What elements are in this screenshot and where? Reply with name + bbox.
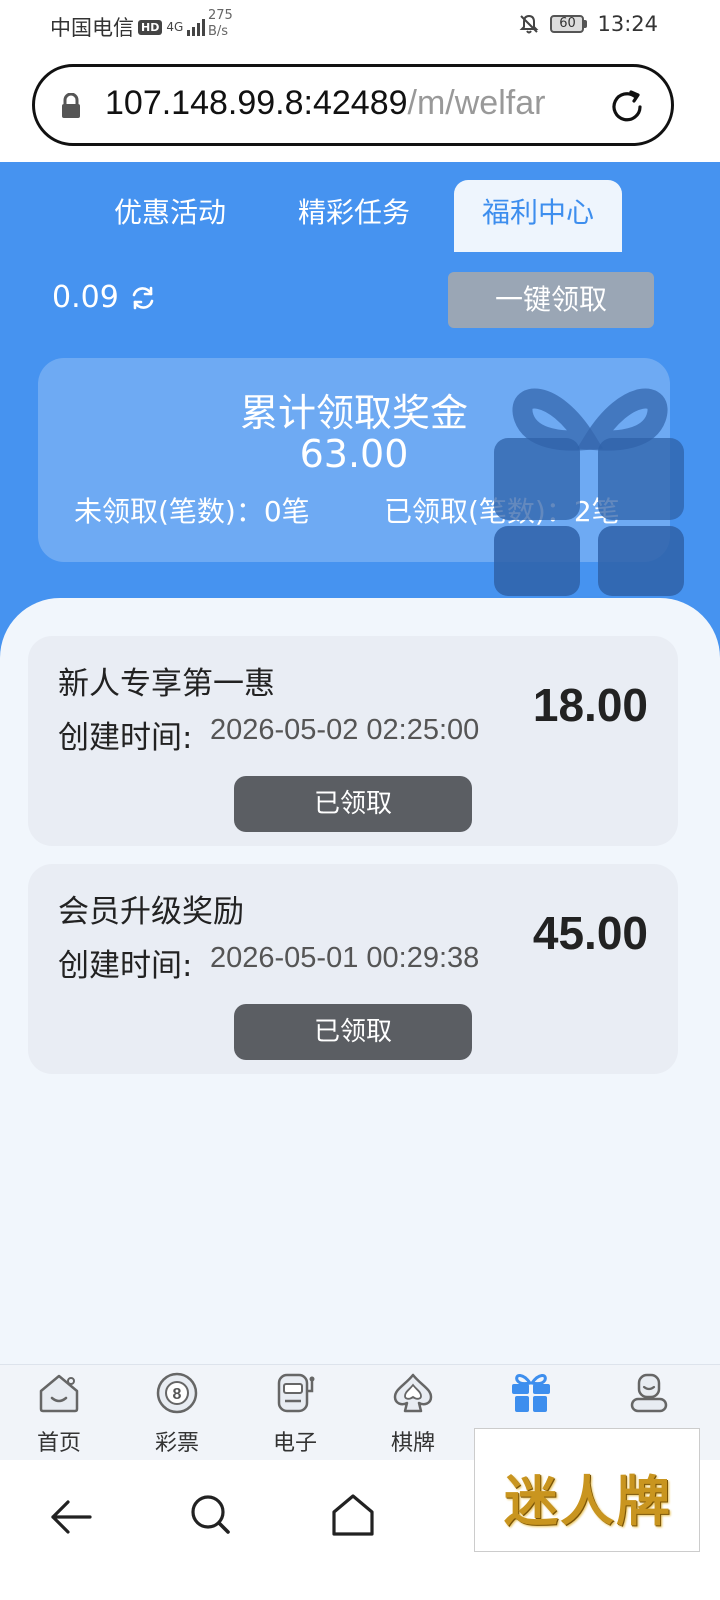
- spade-icon: [393, 1373, 433, 1413]
- bell-muted-icon: [520, 14, 539, 34]
- speed-unit: B/s: [208, 24, 229, 39]
- speed-value: 275: [208, 8, 233, 23]
- hd-badge: HD: [138, 19, 163, 35]
- nav-item-cards[interactable]: 棋牌: [354, 1365, 472, 1461]
- browser-toolbar: 107.148.99.8:42489/m/welfar: [0, 52, 720, 162]
- nav-label: 彩票: [154, 1431, 199, 1456]
- claimed-button[interactable]: 已领取: [234, 1004, 472, 1060]
- nav-label: 电子: [272, 1431, 317, 1456]
- reward-title: 会员升级奖励: [58, 894, 244, 930]
- balance-value: 0.09: [52, 280, 119, 315]
- url-path: /m/welfar: [407, 84, 546, 122]
- nav-item-home[interactable]: 首页: [0, 1365, 118, 1461]
- nav-item-electronic[interactable]: 电子: [236, 1365, 354, 1461]
- url-host: 107.148.99.8:42489: [105, 84, 408, 122]
- address-bar[interactable]: 107.148.99.8:42489/m/welfar: [32, 64, 674, 146]
- tab-welfare-center[interactable]: 福利中心: [454, 180, 622, 252]
- lock-icon: [62, 93, 80, 118]
- refresh-icon[interactable]: [129, 284, 157, 312]
- top-tabs: 优惠活动 精彩任务 福利中心: [0, 180, 720, 252]
- status-right: 60 13:24: [518, 12, 658, 36]
- clock: 13:24: [597, 12, 658, 36]
- status-left: 中国电信 HD 4G: [50, 12, 207, 42]
- claim-all-button[interactable]: 一键领取: [448, 272, 654, 328]
- slot-machine-icon: [277, 1373, 315, 1413]
- brand-logo: 迷人牌: [474, 1428, 700, 1552]
- profile-icon: [630, 1373, 668, 1413]
- nav-item-lottery[interactable]: 8 彩票: [118, 1365, 236, 1461]
- network-speed: 275 B/s: [208, 8, 233, 40]
- nav-label: 首页: [36, 1431, 81, 1456]
- back-icon[interactable]: [48, 1494, 94, 1540]
- gift-icon: [512, 1374, 550, 1412]
- search-icon[interactable]: [188, 1492, 234, 1538]
- tab-promotions[interactable]: 优惠活动: [86, 180, 254, 252]
- home-icon: [39, 1374, 79, 1413]
- signal-icon: [187, 19, 206, 36]
- brand-text: 迷人牌: [504, 1469, 672, 1533]
- balance-display: 0.09: [52, 280, 157, 315]
- reward-card: 会员升级奖励 创建时间: 2026-05-01 00:29:38 45.00 已…: [28, 864, 678, 1074]
- reward-time-label: 创建时间:: [58, 720, 193, 756]
- url-text[interactable]: 107.148.99.8:42489/m/welfar: [105, 84, 613, 123]
- reward-time-label: 创建时间:: [58, 948, 193, 984]
- reward-title: 新人专享第一惠: [58, 666, 275, 702]
- reward-card: 新人专享第一惠 创建时间: 2026-05-02 02:25:00 18.00 …: [28, 636, 678, 846]
- battery-level: 60: [550, 15, 585, 33]
- reward-time: 2026-05-02 02:25:00: [210, 714, 480, 746]
- lottery-ball-icon: 8: [156, 1372, 198, 1414]
- unclaimed-count: 未领取(笔数)：0笔: [74, 495, 310, 528]
- claimed-button[interactable]: 已领取: [234, 776, 472, 832]
- svg-text:8: 8: [173, 1386, 182, 1403]
- reward-amount: 18.00: [532, 679, 648, 731]
- gift-icon: [494, 388, 684, 596]
- reload-icon[interactable]: [607, 87, 647, 127]
- home-nav-icon[interactable]: [328, 1490, 378, 1540]
- carrier-name: 中国电信: [50, 16, 134, 40]
- battery-tip: [584, 20, 588, 28]
- reward-time: 2026-05-01 00:29:38: [210, 942, 480, 974]
- nav-label: 棋牌: [390, 1431, 435, 1456]
- reward-amount: 45.00: [532, 907, 648, 959]
- tab-tasks[interactable]: 精彩任务: [270, 180, 438, 252]
- status-bar: 中国电信 HD 4G 275 B/s 60 13:24: [0, 0, 720, 52]
- battery-indicator: 60: [550, 15, 588, 33]
- network-type: 4G: [166, 20, 184, 34]
- reward-list: 新人专享第一惠 创建时间: 2026-05-02 02:25:00 18.00 …: [0, 598, 720, 1364]
